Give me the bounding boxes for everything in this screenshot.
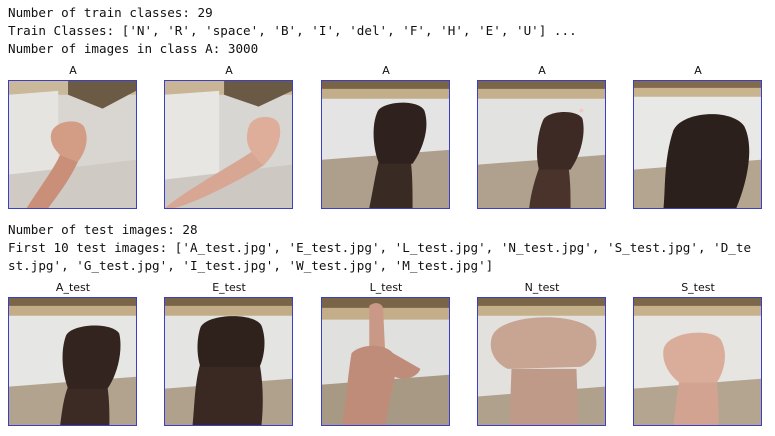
test-image-title-5: S_test <box>681 281 715 294</box>
train-hand-image-5 <box>633 80 762 209</box>
train-hand-image-1 <box>8 80 137 209</box>
train-image-title-5: A <box>694 64 702 77</box>
test-image-title-3: L_test <box>369 281 403 294</box>
train-image-title-4: A <box>538 64 546 77</box>
test-images-list-line-2: st.jpg', 'G_test.jpg', 'I_test.jpg', 'W_… <box>8 258 494 273</box>
test-images-count-line: Number of test images: 28 <box>8 222 198 237</box>
test-image-title-4: N_test <box>524 281 560 294</box>
train-image-title-3: A <box>382 64 390 77</box>
train-hand-image-3 <box>321 80 450 209</box>
test-hand-image-3 <box>321 297 450 426</box>
train-image-title-2: A <box>225 64 233 77</box>
test-hand-image-1 <box>8 297 137 426</box>
test-hand-image-4 <box>477 297 606 426</box>
test-images-list-line-1: First 10 test images: ['A_test.jpg', 'E_… <box>8 240 752 255</box>
train-classes-count-line: Number of train classes: 29 <box>8 5 213 20</box>
train-hand-image-4 <box>477 80 606 209</box>
class-a-images-count-line: Number of images in class A: 3000 <box>8 41 259 56</box>
train-hand-image-2 <box>164 80 293 209</box>
train-classes-list-line: Train Classes: ['N', 'R', 'space', 'B', … <box>8 23 577 38</box>
test-hand-image-2 <box>164 297 293 426</box>
test-image-title-1: A_test <box>55 281 91 294</box>
test-image-title-2: E_test <box>212 281 246 294</box>
train-image-title-1: A <box>69 64 77 77</box>
test-hand-image-5 <box>633 297 762 426</box>
